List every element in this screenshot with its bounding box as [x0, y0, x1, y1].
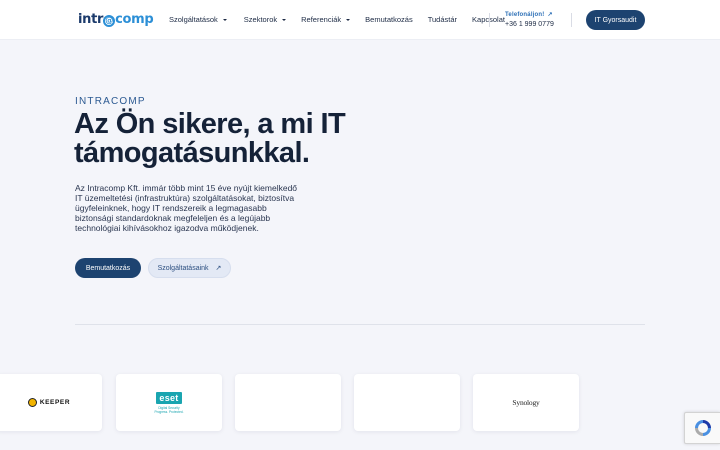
arrow-up-right-icon: ↗	[215, 265, 222, 272]
hero-title: Az Ön sikere, a mi IT támogatásunkkal.	[74, 108, 346, 169]
nav-item-tudastar[interactable]: Tudástár	[428, 15, 457, 24]
recaptcha-icon	[694, 420, 711, 436]
phone-label-text: Telefonáljon!	[505, 11, 545, 18]
nav-label: Referenciák	[301, 15, 342, 24]
phone-label: Telefonáljon! ↗	[505, 11, 565, 19]
chevron-down-icon	[282, 18, 287, 21]
logo-at-icon: @	[103, 15, 116, 27]
nav-label: Szektorok	[243, 15, 278, 24]
main-nav: Szolgáltatások Szektorok Referenciák Bem…	[169, 15, 505, 24]
synology-logo: Synology	[512, 398, 540, 407]
partner-card-keeper: KEEPER	[0, 374, 102, 431]
partner-card-empty	[235, 374, 341, 431]
eset-tagline: Digital Security Progress. Protected.	[154, 406, 183, 414]
chevron-down-icon	[346, 18, 351, 21]
intracomp-logo[interactable]: intr @ comp	[78, 12, 154, 27]
nav-item-bemutatkozas[interactable]: Bemutatkozás	[365, 15, 413, 24]
partner-card-synology: Synology	[473, 374, 579, 431]
phone-contact[interactable]: Telefonáljon! ↗ +36 1 999 0779	[505, 11, 565, 29]
bemutatkozas-button[interactable]: Bemutatkozás	[75, 258, 141, 278]
logo-text-part1: intr	[78, 12, 104, 27]
keeper-logo-text: KEEPER	[39, 399, 71, 406]
logo-text-part2: comp	[115, 12, 154, 27]
nav-label: Bemutatkozás	[365, 15, 413, 24]
nav-item-referenciak[interactable]: Referenciák	[301, 15, 351, 24]
eset-logo-text: eset	[156, 391, 182, 404]
phone-number[interactable]: +36 1 999 0779	[505, 21, 565, 28]
header-divider	[571, 13, 572, 27]
eset-tagline-2: Progress. Protected.	[154, 409, 184, 414]
header-divider	[489, 13, 490, 27]
keeper-logo: KEEPER	[27, 398, 71, 407]
partner-card-empty	[354, 374, 460, 431]
keeper-icon	[27, 398, 37, 407]
external-link-icon: ↗	[547, 12, 553, 18]
szolgaltatasaink-button[interactable]: Szolgáltatásaink ↗	[148, 258, 231, 278]
it-gyorsaudit-button[interactable]: IT Gyorsaudit	[586, 10, 645, 30]
nav-item-szektorok[interactable]: Szektorok	[243, 15, 287, 24]
szolgaltatasaink-label: Szolgáltatásaink	[157, 264, 209, 272]
partner-card-eset: eset Digital Security Progress. Protecte…	[116, 374, 222, 431]
recaptcha-badge[interactable]	[684, 412, 720, 444]
section-divider	[75, 324, 645, 325]
chevron-down-icon	[222, 18, 227, 21]
eset-logo: eset Digital Security Progress. Protecte…	[154, 391, 184, 414]
nav-label: Tudástár	[427, 15, 458, 24]
hero-eyebrow: INTRACOMP	[75, 96, 146, 107]
nav-item-szolgaltatasok[interactable]: Szolgáltatások	[169, 15, 227, 24]
nav-label: Szolgáltatások	[169, 15, 218, 24]
hero-description: Az Intracomp Kft. immár több mint 15 éve…	[75, 183, 298, 234]
site-header: intr @ comp Szolgáltatások Szektorok Refer…	[0, 0, 720, 40]
